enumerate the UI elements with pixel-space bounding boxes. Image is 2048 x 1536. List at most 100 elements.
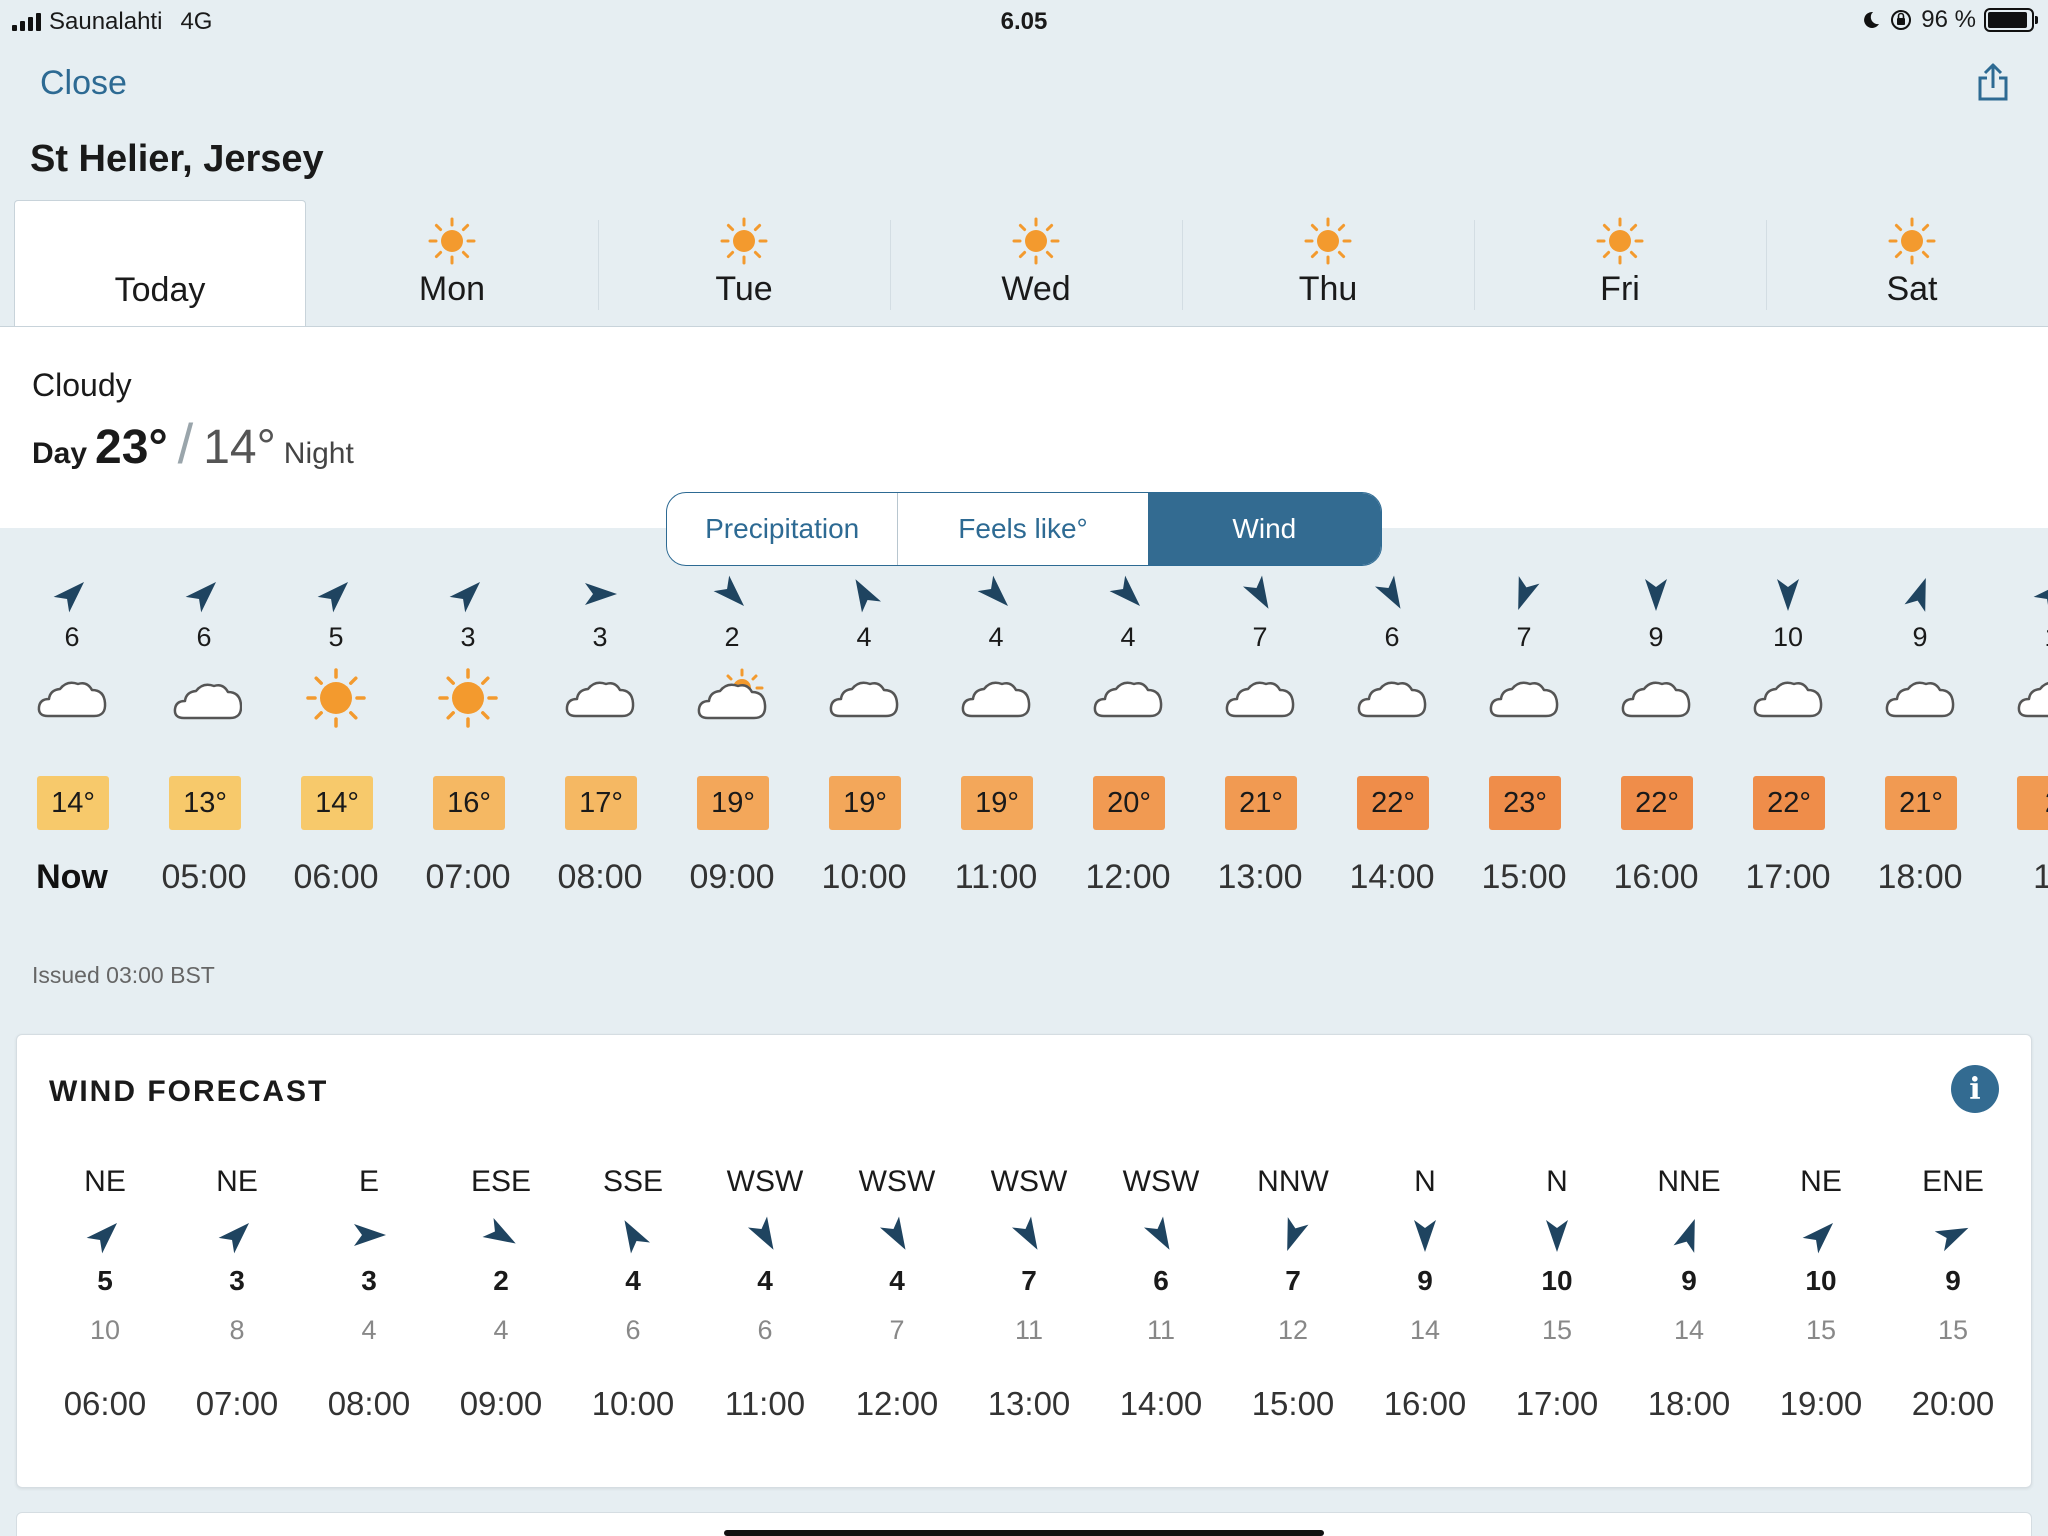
weather-icon: [826, 668, 902, 733]
temp-slash: /: [177, 412, 194, 475]
wind-speed: 1: [1986, 622, 2048, 653]
tab-thu[interactable]: Thu: [1182, 200, 1474, 326]
wind-speed: 6: [64, 622, 80, 652]
weather-icon: [298, 668, 374, 733]
wind-arrow-icon: [855, 579, 882, 613]
wind-arrow: [217, 1215, 257, 1255]
temperature-badge: 2: [2017, 776, 2048, 830]
temperature-badge: 22°: [1621, 776, 1693, 830]
close-button[interactable]: Close: [40, 64, 127, 103]
wind-speed: 5: [97, 1265, 113, 1296]
wind-forecast-item: WSW 7 11 13:00: [963, 1035, 1095, 1487]
wind-speed: 3: [592, 622, 608, 652]
wind-direction: NNE: [1657, 1165, 1721, 1198]
wind-gust: 12: [1277, 1315, 1309, 1345]
wind-arrow: [52, 574, 92, 614]
wind-arrow: [2032, 574, 2048, 614]
wind-arrow: [613, 1215, 653, 1255]
hour-label: 06:00: [63, 1385, 147, 1422]
wind-forecast-item: N 10 15 17:00: [1491, 1035, 1623, 1487]
wind-arrow-icon: [1904, 578, 1926, 612]
wind-speed: 9: [1912, 622, 1928, 652]
temperature-badge: 17°: [565, 776, 637, 830]
hourly-item: 9 22° 16:00: [1590, 528, 1722, 934]
wind-forecast-card: WIND FORECAST i NE 5 10 06:00 NE 3 8 07:00 E 3 4 08…: [16, 1034, 2032, 1488]
temperature-badge: 16°: [433, 776, 505, 830]
hour-label: 20:00: [1911, 1385, 1995, 1422]
tab-feels-like[interactable]: Feels like°: [898, 493, 1147, 565]
hour-label: 10:00: [821, 858, 907, 896]
hourly-item: 1 2 19: [1986, 528, 2048, 934]
wind-gust: 15: [1937, 1315, 1969, 1345]
wind-arrow-icon: [1673, 1219, 1695, 1253]
wind-speed: 9: [1648, 622, 1664, 652]
wind-arrow: [1801, 1215, 1841, 1255]
wind-forecast-item: NE 5 10 06:00: [39, 1035, 171, 1487]
wind-gust: 6: [757, 1315, 773, 1345]
tab-mon[interactable]: Mon: [306, 200, 598, 326]
wind-speed: 9: [1417, 1265, 1433, 1296]
tab-label: Thu: [1298, 270, 1358, 308]
hourly-item: 6 22° 14:00: [1326, 528, 1458, 934]
wind-speed: 10: [1541, 1265, 1573, 1296]
night-temp: 14°: [203, 421, 276, 474]
tab-label: Sat: [1886, 270, 1938, 308]
sun-icon: [428, 217, 476, 265]
temperature-badge: 14°: [37, 776, 109, 830]
wind-arrow-icon: [879, 1216, 906, 1250]
wind-arrow: [712, 574, 752, 614]
wind-speed: 10: [1805, 1265, 1837, 1296]
tab-tue[interactable]: Tue: [598, 200, 890, 326]
hour-label: 16:00: [1613, 858, 1699, 896]
sun-icon: [1596, 217, 1644, 265]
wind-arrow-icon: [317, 581, 349, 613]
wind-arrow: [481, 1215, 521, 1255]
weather-icon: [1882, 668, 1958, 733]
hourly-item: 4 19° 11:00: [930, 528, 1062, 934]
temperature-badge: 23°: [1489, 776, 1561, 830]
wind-speed: 6: [196, 622, 212, 652]
hour-label: 08:00: [327, 1385, 411, 1422]
tab-sat[interactable]: Sat: [1766, 200, 2048, 326]
wind-arrow-icon: [1109, 575, 1141, 607]
wind-gust: 14: [1673, 1315, 1705, 1345]
hour-label: 17:00: [1515, 1385, 1599, 1422]
wind-speed: 6: [1153, 1265, 1169, 1296]
temperature-badge: 21°: [1225, 776, 1297, 830]
day-label: Day: [32, 437, 88, 470]
wind-speed: 7: [1516, 622, 1532, 652]
tab-fri[interactable]: Fri: [1474, 200, 1766, 326]
status-bar: Saunalahti 4G 6.05 96 %: [0, 0, 2048, 42]
wind-arrow-icon: [1777, 579, 1799, 611]
wind-arrow-icon: [1374, 575, 1401, 609]
wind-arrow: [1405, 1215, 1445, 1255]
wind-gust: 11: [1014, 1315, 1044, 1345]
tab-wind[interactable]: Wind: [1147, 493, 1381, 565]
hourly-item: 4 19° 10:00: [798, 528, 930, 934]
sun-icon: [720, 217, 768, 265]
wind-gust: 7: [889, 1315, 905, 1345]
home-indicator[interactable]: [724, 1530, 1324, 1536]
tab-wed[interactable]: Wed: [890, 200, 1182, 326]
tab-label: Mon: [418, 270, 486, 308]
wind-forecast-item: WSW 4 6 11:00: [699, 1035, 831, 1487]
wind-speed: 7: [1021, 1265, 1037, 1296]
wind-forecast-item: E 3 4 08:00: [303, 1035, 435, 1487]
wind-arrow: [1372, 574, 1412, 614]
hour-label: 18:00: [1877, 858, 1963, 896]
moon-cloud-icon: [173, 678, 243, 720]
cloud-icon: [1489, 681, 1559, 718]
hourly-item: 7 23° 15:00: [1458, 528, 1590, 934]
share-icon[interactable]: [1976, 62, 2010, 102]
hourly-forecast[interactable]: 6 14° Now 6 13° 05:00 5 14° 06:00 3 16° 07:00 3 17° 08…: [0, 528, 2048, 934]
tab-precipitation[interactable]: Precipitation: [667, 493, 899, 565]
wind-arrow: [1108, 574, 1148, 614]
tab-today[interactable]: Today: [14, 200, 306, 327]
wind-arrow-icon: [624, 1220, 651, 1254]
wind-direction: E: [358, 1165, 379, 1198]
cloud-icon: [37, 681, 107, 718]
hourly-item: 3 17° 08:00: [534, 528, 666, 934]
wind-speed: 3: [460, 622, 476, 652]
wind-arrow: [1537, 1215, 1577, 1255]
wind-arrow-icon: [585, 583, 617, 605]
